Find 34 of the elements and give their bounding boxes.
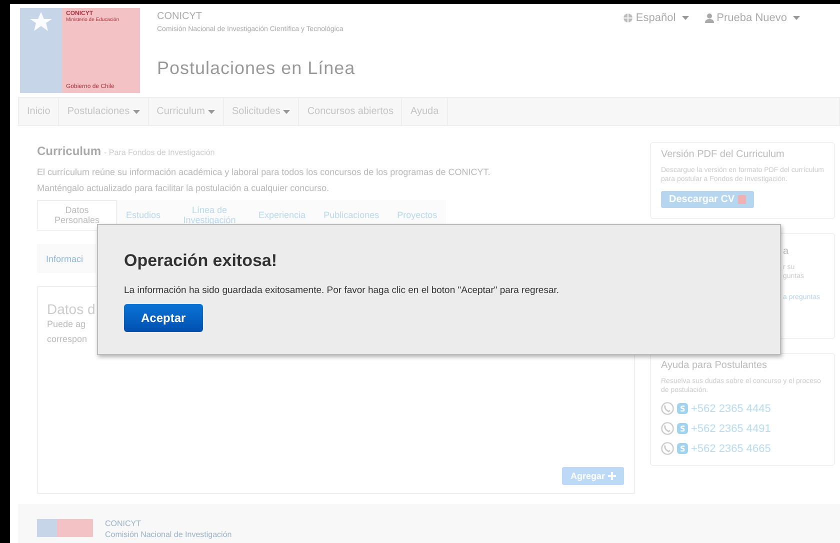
page-description: El currículum reúne su información académica y laboral para todos los concursos de los programas de CONICYT. Manténgalo actualizado para facilitar la postulación a cualquier concurso. — [37, 166, 492, 195]
skype-icon — [677, 443, 688, 454]
user-menu[interactable]: Prueba Nuevo — [704, 11, 800, 25]
panel-title: Versión PDF del Curriculum — [661, 149, 786, 160]
footer-org: CONICYT — [105, 519, 142, 528]
tab[interactable]: Datos Personales — [37, 200, 117, 230]
site-title: Postulaciones en Línea — [157, 58, 356, 79]
phone-icon — [661, 422, 674, 435]
section-text: Puede ag — [47, 318, 86, 331]
globe-icon — [622, 13, 633, 23]
phone-number: +562 2365 4491 — [691, 422, 771, 434]
accept-button[interactable]: Aceptar — [124, 304, 203, 332]
user-icon — [704, 13, 714, 23]
page-title: Curriculum — [37, 144, 102, 158]
caret-icon — [793, 16, 800, 20]
panel-title: Ayuda para Postulantes — [661, 360, 768, 371]
dialog-message: La información ha sido guardada exitosamente. Por favor haga clic en el boton "Aceptar" para regresar. — [124, 285, 560, 296]
skype-icon — [677, 423, 688, 434]
phone-number: +562 2365 4445 — [691, 402, 771, 414]
section-text: correspon — [47, 333, 88, 346]
download-button[interactable]: Descargar CV — [661, 191, 754, 208]
footer-subtitle: Comisión Nacional de Investigación — [105, 530, 232, 539]
skype-icon — [677, 403, 688, 414]
language-menu[interactable]: Español — [622, 11, 689, 25]
phone-number: +562 2365 4665 — [691, 442, 771, 454]
panel-title: a — [783, 246, 790, 257]
footer-logo — [37, 519, 93, 537]
phone-icon — [661, 442, 674, 455]
caret-icon — [682, 16, 689, 20]
add-button[interactable]: Agregar — [562, 467, 624, 485]
plus-icon — [608, 472, 616, 480]
dialog-title: Operación exitosa! — [124, 251, 278, 271]
phone-icon — [661, 402, 674, 415]
org-name: CONICYT — [157, 11, 203, 22]
